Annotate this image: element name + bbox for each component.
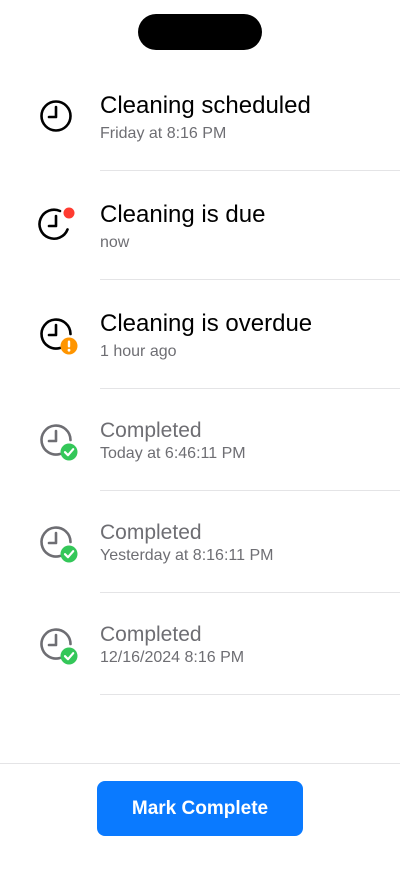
event-time: Today at 6:46:11 PM [100, 445, 246, 462]
due-badge [63, 207, 75, 219]
event-time: 1 hour ago [100, 343, 177, 360]
event-time: now [100, 234, 130, 251]
completed-badge [60, 647, 78, 665]
completed-badge [60, 443, 78, 461]
event-title: Cleaning scheduled [100, 92, 311, 119]
completed-badge [60, 545, 78, 563]
event-time: Friday at 8:16 PM [100, 125, 227, 142]
event-time: Yesterday at 8:16:11 PM [100, 547, 274, 564]
clock-overdue-icon [38, 316, 78, 356]
event-list: Cleaning scheduled Friday at 8:16 PM Cle… [0, 62, 400, 695]
clock-due-icon [38, 207, 78, 247]
event-row-due: Cleaning is due now [0, 171, 400, 280]
event-title: Completed [100, 521, 202, 544]
bottom-action-bar: Mark Complete [0, 763, 400, 871]
event-time: 12/16/2024 8:16 PM [100, 649, 245, 666]
row-divider [100, 694, 400, 695]
clock-completed-icon [38, 524, 78, 564]
event-title: Cleaning is due [100, 201, 266, 228]
clock-completed-icon [38, 422, 78, 462]
event-title: Cleaning is overdue [100, 310, 313, 337]
event-title: Completed [100, 419, 202, 442]
event-row-overdue: Cleaning is overdue 1 hour ago [0, 280, 400, 389]
event-row-completed: Completed Today at 6:46:11 PM [0, 389, 400, 491]
clock-completed-icon [38, 626, 78, 666]
clock-icon [38, 98, 78, 138]
dynamic-island [138, 14, 262, 50]
event-title: Completed [100, 623, 202, 646]
mark-complete-button[interactable]: Mark Complete [97, 781, 303, 836]
event-row-scheduled: Cleaning scheduled Friday at 8:16 PM [0, 62, 400, 171]
event-row-completed: Completed Yesterday at 8:16:11 PM [0, 491, 400, 593]
event-row-completed: Completed 12/16/2024 8:16 PM [0, 593, 400, 695]
